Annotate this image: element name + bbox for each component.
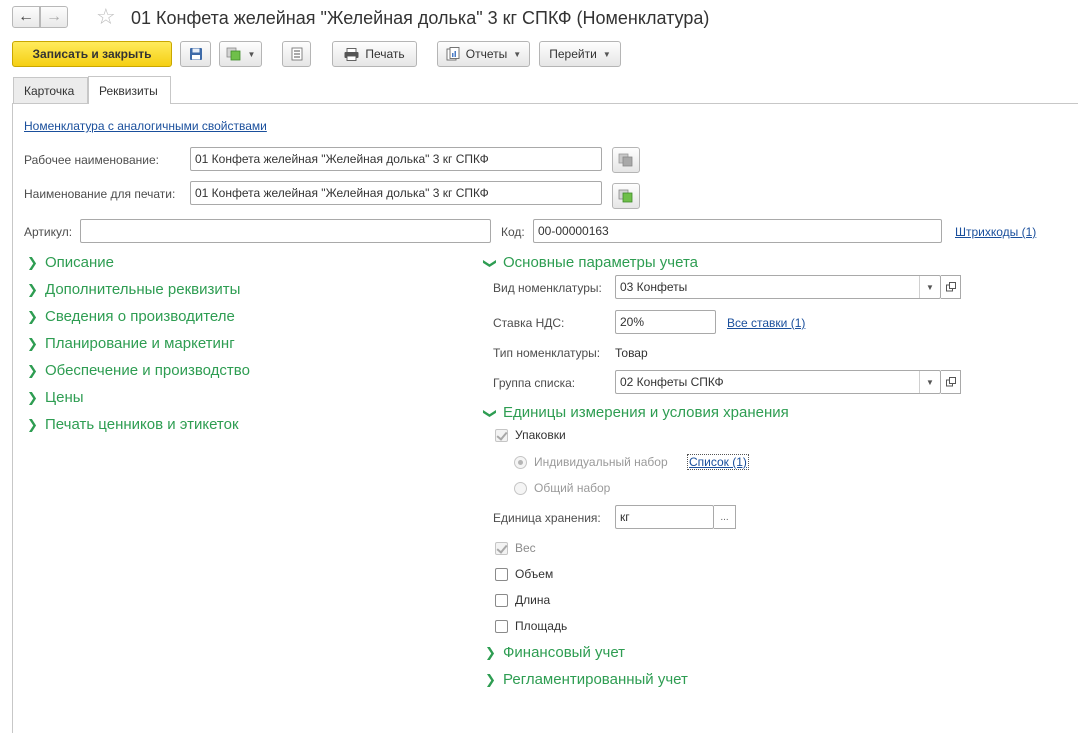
vat-input[interactable]: 20% <box>615 310 716 334</box>
report-icon <box>446 47 460 61</box>
print-name-label: Наименование для печати: <box>24 187 176 201</box>
packages-checkbox-row[interactable]: Упаковки <box>495 428 566 442</box>
group-accounting-params[interactable]: ❯ Основные параметры учета <box>483 254 698 271</box>
chevron-down-icon: ▼ <box>247 49 256 59</box>
similar-nomenclature-link[interactable]: Номенклатура с аналогичными свойствами <box>24 119 267 133</box>
tab-card[interactable]: Карточка <box>13 77 88 103</box>
list-view-button[interactable] <box>282 41 311 67</box>
document-list-icon <box>291 47 302 61</box>
common-set-radio-row[interactable]: Общий набор <box>514 481 610 495</box>
arrow-left-icon: ← <box>18 8 34 25</box>
tab-requisites[interactable]: Реквизиты <box>88 76 171 104</box>
type-label: Тип номенклатуры: <box>493 346 601 360</box>
copy-name-button[interactable] <box>612 147 640 173</box>
floppy-icon <box>189 48 202 60</box>
weight-checkbox-row[interactable]: Вес <box>495 541 536 555</box>
length-checkbox[interactable] <box>495 593 508 607</box>
create-based-on-button[interactable]: ▼ <box>219 41 262 67</box>
area-checkbox-row[interactable]: Площадь <box>495 619 567 633</box>
packages-checkbox[interactable] <box>495 428 508 442</box>
group-financial-accounting[interactable]: ❯ Финансовый учет <box>485 644 625 661</box>
print-name-input[interactable]: 01 Конфета желейная "Желейная долька" 3 … <box>190 181 602 205</box>
dropdown-arrow-icon[interactable]: ▼ <box>919 276 940 298</box>
group-regulated-accounting[interactable]: ❯ Регламентированный учет <box>485 671 688 688</box>
copy-from-work-name-button[interactable] <box>612 183 640 209</box>
list-group-select[interactable]: 02 Конфеты СПКФ ▼ <box>615 370 941 394</box>
storage-unit-select-button[interactable]: ... <box>714 505 736 529</box>
volume-checkbox[interactable] <box>495 567 508 581</box>
open-kind-button[interactable] <box>941 275 961 299</box>
open-list-group-button[interactable] <box>941 370 961 394</box>
group-print-labels[interactable]: ❯ Печать ценников и этикеток <box>27 416 239 433</box>
forward-button[interactable]: → <box>40 6 68 28</box>
printer-icon <box>344 47 359 61</box>
chevron-right-icon: ❯ <box>27 308 38 324</box>
group-units-storage[interactable]: ❯ Единицы измерения и условия хранения <box>483 404 789 421</box>
all-rates-link[interactable]: Все ставки (1) <box>727 316 805 330</box>
article-input[interactable] <box>80 219 491 243</box>
star-icon[interactable]: ☆ <box>96 5 116 29</box>
group-prices[interactable]: ❯ Цены <box>27 389 84 406</box>
list-group-label: Группа списка: <box>493 376 576 390</box>
article-label: Артикул: <box>24 225 73 239</box>
area-checkbox[interactable] <box>495 619 508 633</box>
code-label: Код: <box>501 225 525 239</box>
goto-button[interactable]: Перейти ▼ <box>539 41 621 67</box>
packages-list-link[interactable]: Список (1) <box>687 454 749 470</box>
print-button[interactable]: Печать <box>332 41 417 67</box>
kind-label: Вид номенклатуры: <box>493 281 602 295</box>
page-title: 01 Конфета желейная "Желейная долька" 3 … <box>131 8 710 28</box>
copy-icon <box>618 153 633 167</box>
group-supply[interactable]: ❯ Обеспечение и производство <box>27 362 250 379</box>
group-manufacturer[interactable]: ❯ Сведения о производителе <box>27 308 235 325</box>
group-planning[interactable]: ❯ Планирование и маркетинг <box>27 335 235 352</box>
weight-checkbox[interactable] <box>495 541 508 555</box>
individual-set-radio-row[interactable]: Индивидуальный набор <box>514 455 668 469</box>
group-additional-requisites[interactable]: ❯ Дополнительные реквизиты <box>27 281 240 298</box>
storage-unit-input[interactable]: кг <box>615 505 714 529</box>
code-input[interactable]: 00-00000163 <box>533 219 942 243</box>
individual-set-radio[interactable] <box>514 455 527 469</box>
chevron-down-icon: ▼ <box>602 49 611 59</box>
open-window-icon <box>945 377 956 387</box>
chevron-right-icon: ❯ <box>27 389 38 405</box>
chevron-down-icon: ❯ <box>483 407 498 419</box>
kind-select[interactable]: 03 Конфеты ▼ <box>615 275 941 299</box>
chevron-down-icon: ❯ <box>483 257 498 269</box>
barcodes-link[interactable]: Штрихкоды (1) <box>955 225 1036 239</box>
copy-green-icon <box>226 47 240 61</box>
volume-checkbox-row[interactable]: Объем <box>495 567 553 581</box>
work-name-input[interactable]: 01 Конфета желейная "Желейная долька" 3 … <box>190 147 602 171</box>
reports-button[interactable]: Отчеты ▼ <box>437 41 530 67</box>
tab-divider <box>12 103 1078 104</box>
chevron-right-icon: ❯ <box>485 671 496 687</box>
dropdown-arrow-icon[interactable]: ▼ <box>919 371 940 393</box>
chevron-right-icon: ❯ <box>27 281 38 297</box>
arrow-right-icon: → <box>46 8 62 25</box>
open-window-icon <box>945 282 956 292</box>
copy-green-icon <box>618 189 633 203</box>
chevron-right-icon: ❯ <box>27 416 38 432</box>
vat-label: Ставка НДС: <box>493 316 565 330</box>
type-value: Товар <box>615 346 648 360</box>
length-checkbox-row[interactable]: Длина <box>495 593 550 607</box>
chevron-right-icon: ❯ <box>27 335 38 351</box>
storage-unit-label: Единица хранения: <box>493 511 601 525</box>
chevron-right-icon: ❯ <box>27 254 38 270</box>
chevron-right-icon: ❯ <box>485 644 496 660</box>
content-border <box>12 103 13 733</box>
chevron-right-icon: ❯ <box>27 362 38 378</box>
work-name-label: Рабочее наименование: <box>24 153 159 167</box>
group-description[interactable]: ❯ Описание <box>27 254 114 271</box>
save-and-close-button[interactable]: Записать и закрыть <box>12 41 172 67</box>
common-set-radio[interactable] <box>514 481 527 495</box>
save-button[interactable] <box>180 41 211 67</box>
chevron-down-icon: ▼ <box>513 49 522 59</box>
back-button[interactable]: ← <box>12 6 40 28</box>
